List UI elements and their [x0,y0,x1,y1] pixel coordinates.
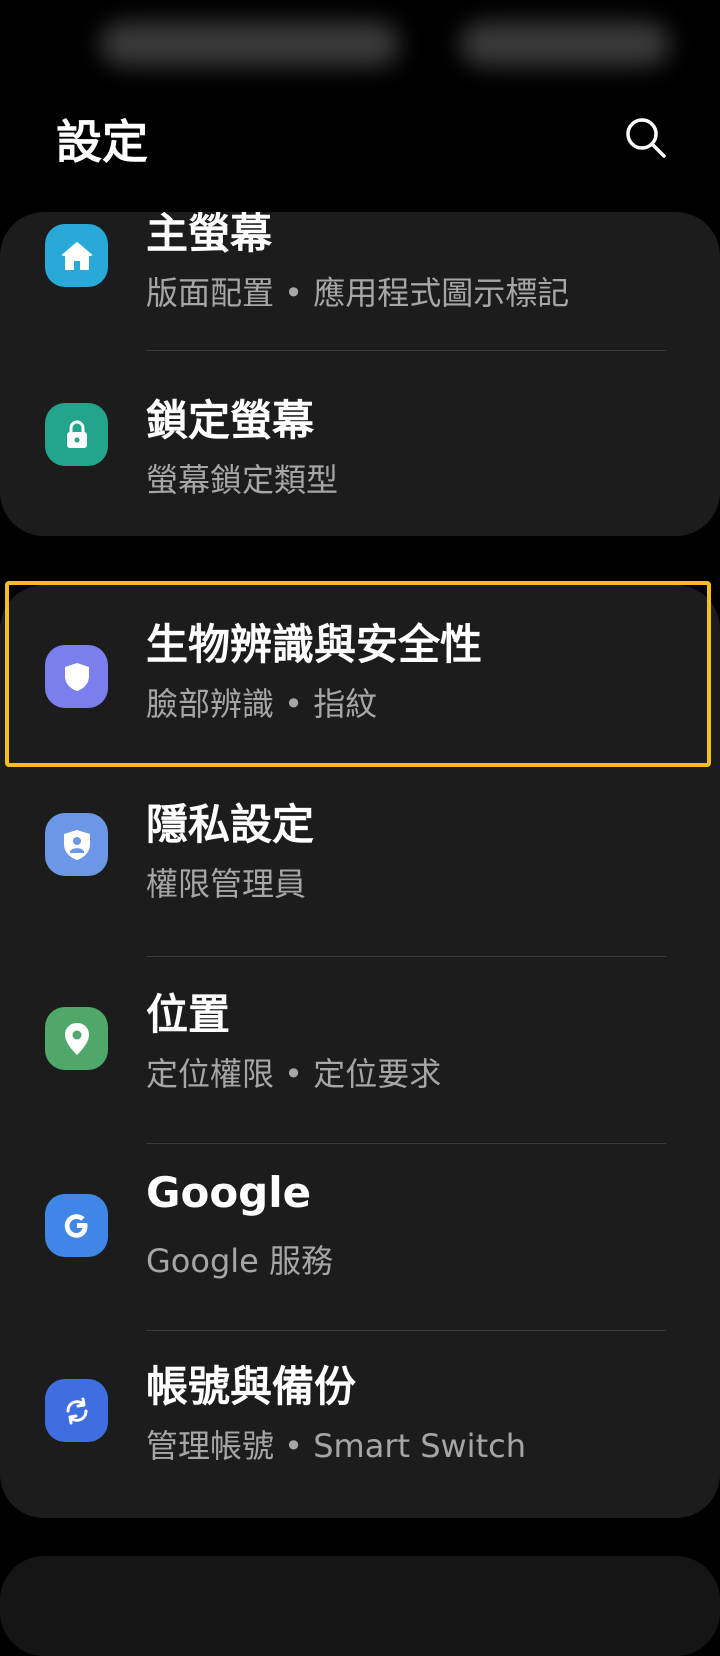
google-icon [64,1213,87,1238]
settings-item-home-screen[interactable]: 主螢幕 版面配置 • 應用程式圖示標記 [0,212,720,346]
google-icon-tile [45,1194,108,1257]
status-bar-left-blur [100,22,400,66]
header: 設定 [0,90,720,200]
settings-item-location[interactable]: 位置 定位權限 • 定位要求 [0,957,720,1143]
privacy-shield-icon-tile [45,813,108,876]
settings-group-security: 生物辨識與安全性 臉部辨識 • 指紋 隱私設定 權限管理員 位置 定位權限 • … [0,585,720,1518]
settings-item-google[interactable]: Google Google 服務 [0,1144,720,1330]
settings-item-lock-screen[interactable]: 鎖定螢幕 螢幕鎖定類型 [0,351,720,536]
sync-icon [66,1397,87,1424]
settings-item-subtitle: 管理帳號 • Smart Switch [146,1427,526,1465]
settings-item-privacy[interactable]: 隱私設定 權限管理員 [0,767,720,937]
settings-group-display: 主螢幕 版面配置 • 應用程式圖示標記 鎖定螢幕 螢幕鎖定類型 [0,212,720,536]
shield-icon [64,662,89,691]
settings-item-title: 隱私設定 [146,800,315,849]
settings-item-accounts-backup[interactable]: 帳號與備份 管理帳號 • Smart Switch [0,1331,720,1518]
lock-icon [66,420,87,448]
settings-item-subtitle: 螢幕鎖定類型 [146,461,339,499]
settings-item-biometrics-security[interactable]: 生物辨識與安全性 臉部辨識 • 指紋 [0,585,720,767]
location-pin-icon [64,1022,89,1055]
location-pin-icon-tile [45,1007,108,1070]
settings-item-subtitle: 定位權限 • 定位要求 [146,1055,442,1093]
settings-item-subtitle: 臉部辨識 • 指紋 [146,685,378,723]
privacy-shield-icon [63,829,90,860]
home-icon [61,241,92,270]
lock-icon-tile [45,403,108,466]
sync-icon-tile [45,1379,108,1442]
settings-item-subtitle: 版面配置 • 應用程式圖示標記 [146,274,570,312]
shield-icon-tile [45,645,108,708]
search-icon [626,118,666,158]
settings-item-title: 主螢幕 [146,212,273,258]
settings-item-title: 帳號與備份 [146,1362,357,1411]
search-button[interactable] [616,108,676,168]
page-title: 設定 [56,115,148,169]
settings-item-title: 生物辨識與安全性 [146,620,483,669]
settings-item-subtitle: 權限管理員 [146,865,307,903]
settings-item-title: 鎖定螢幕 [146,396,315,445]
settings-item-title: Google [146,1168,312,1217]
settings-item-subtitle: Google 服務 [146,1242,334,1280]
status-bar-right-blur [460,22,670,66]
status-bar [0,0,720,90]
settings-group-next [0,1556,720,1656]
home-icon-tile [45,224,108,287]
settings-item-title: 位置 [146,990,231,1039]
